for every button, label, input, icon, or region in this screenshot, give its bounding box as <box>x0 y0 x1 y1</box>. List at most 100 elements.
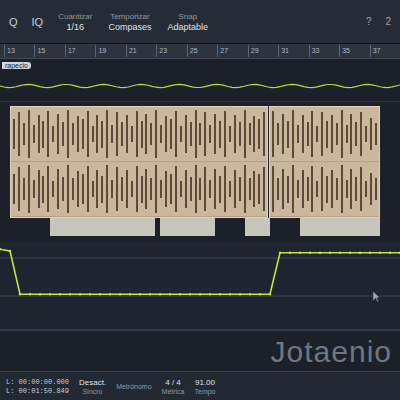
automation-point[interactable] <box>389 252 391 254</box>
slice-block[interactable] <box>50 218 155 236</box>
automation-point[interactable] <box>399 252 400 254</box>
automation-point[interactable] <box>169 293 171 295</box>
metronome-field[interactable]: Metrónomo <box>116 383 151 390</box>
waveform-sample <box>42 121 44 148</box>
waveform-sample <box>150 123 152 145</box>
waveform-sample <box>155 110 157 159</box>
timeline-ruler[interactable]: 13151719212325272931333537 <box>0 44 400 59</box>
automation-point[interactable] <box>259 293 261 295</box>
automation-point[interactable] <box>379 252 381 254</box>
tempo-value: 91.00 <box>195 378 215 387</box>
automation-point[interactable] <box>69 293 71 295</box>
waveform-sample <box>131 181 133 197</box>
waveform-sample <box>72 123 74 145</box>
automation-lane[interactable] <box>0 242 400 332</box>
tempo-label: Tempo <box>195 388 216 395</box>
waveform-sample <box>214 114 216 155</box>
waveform-sample <box>121 177 123 201</box>
waveform-sample <box>331 170 333 208</box>
automation-point[interactable] <box>9 250 11 252</box>
ruler-tick: 17 <box>65 45 95 57</box>
automation-point[interactable] <box>139 293 141 295</box>
waveform-sample <box>77 116 79 151</box>
automation-point[interactable] <box>319 252 321 254</box>
automation-point[interactable] <box>89 293 91 295</box>
automation-point[interactable] <box>279 252 281 254</box>
automation-point[interactable] <box>179 293 181 295</box>
automation-point[interactable] <box>349 252 351 254</box>
tool-icon[interactable]: ? <box>363 14 375 29</box>
automation-point[interactable] <box>209 293 211 295</box>
waveform-sample <box>111 125 113 144</box>
audio-clip[interactable] <box>269 106 380 218</box>
ruler-tick: 35 <box>339 45 369 57</box>
waveform-sample <box>258 174 260 204</box>
waveform-sample <box>370 173 372 205</box>
automation-point[interactable] <box>369 252 371 254</box>
field-value[interactable]: Compases <box>108 22 151 32</box>
waveform-sample <box>204 167 206 210</box>
waveform-sample <box>42 176 44 203</box>
automation-point[interactable] <box>189 293 191 295</box>
toolbar-field[interactable]: TemporizarCompases <box>104 12 155 32</box>
waveform-sample <box>239 177 241 201</box>
toolbar-field[interactable]: Cuantizar1/16 <box>54 12 96 32</box>
tool-icon[interactable]: Q <box>6 14 21 30</box>
transport-bar: L: 00:00:00.000L: 00:01:50.849Desact.Sin… <box>0 371 400 400</box>
automation-point[interactable] <box>0 248 1 250</box>
ruler-tick: 31 <box>278 45 308 57</box>
toolbar-field[interactable]: SnapAdaptable <box>163 12 212 32</box>
automation-point[interactable] <box>269 293 271 295</box>
waveform-sample <box>326 121 328 148</box>
field-value[interactable]: Adaptable <box>167 22 208 32</box>
automation-point[interactable] <box>129 293 131 295</box>
waveform-sample <box>307 122 309 146</box>
automation-point[interactable] <box>39 293 41 295</box>
waveform-sample <box>170 174 172 204</box>
field-value[interactable]: 1/16 <box>67 22 85 32</box>
track-label[interactable]: rapecio <box>2 62 31 69</box>
audio-clip[interactable] <box>10 106 268 218</box>
automation-point[interactable] <box>299 252 301 254</box>
waveform-sample <box>360 112 362 155</box>
waveform-sample <box>57 114 59 155</box>
waveform-sample <box>13 174 15 204</box>
automation-point[interactable] <box>229 293 231 295</box>
waveform-sample <box>116 167 118 210</box>
automation-point[interactable] <box>339 252 341 254</box>
waveform-sample <box>331 115 333 153</box>
automation-point[interactable] <box>59 293 61 295</box>
automation-point[interactable] <box>309 252 311 254</box>
waveform-sample <box>23 123 25 145</box>
automation-point[interactable] <box>49 293 51 295</box>
automation-point[interactable] <box>109 293 111 295</box>
automation-point[interactable] <box>19 293 21 295</box>
slice-block[interactable] <box>160 218 215 236</box>
waveform-sample <box>346 180 348 199</box>
automation-point[interactable] <box>249 293 251 295</box>
automation-point[interactable] <box>199 293 201 295</box>
waveform-sample <box>106 165 108 214</box>
slice-block[interactable] <box>300 218 380 236</box>
automation-point[interactable] <box>159 293 161 295</box>
automation-point[interactable] <box>359 252 361 254</box>
signature-field[interactable]: 4 / 4Métrica <box>162 378 185 395</box>
automation-point[interactable] <box>289 252 291 254</box>
automation-point[interactable] <box>149 293 151 295</box>
tool-icon[interactable]: 2 <box>382 14 394 29</box>
automation-point[interactable] <box>29 293 31 295</box>
sync-field[interactable]: Desact.Sincro <box>79 378 106 395</box>
tempo-field[interactable]: 91.00Tempo <box>195 378 216 395</box>
automation-point[interactable] <box>239 293 241 295</box>
waveform-sample <box>57 169 59 210</box>
tool-icon[interactable]: IQ <box>29 14 47 30</box>
automation-point[interactable] <box>99 293 101 295</box>
automation-point[interactable] <box>79 293 81 295</box>
automation-point[interactable] <box>219 293 221 295</box>
slice-block[interactable] <box>245 218 270 236</box>
toolbar: Q IQ Cuantizar1/16 TemporizarCompases SnapAd… <box>0 0 400 44</box>
automation-point[interactable] <box>119 293 121 295</box>
waveform-sample <box>302 170 304 208</box>
automation-point[interactable] <box>329 252 331 254</box>
ruler-tick: 13 <box>4 45 34 57</box>
